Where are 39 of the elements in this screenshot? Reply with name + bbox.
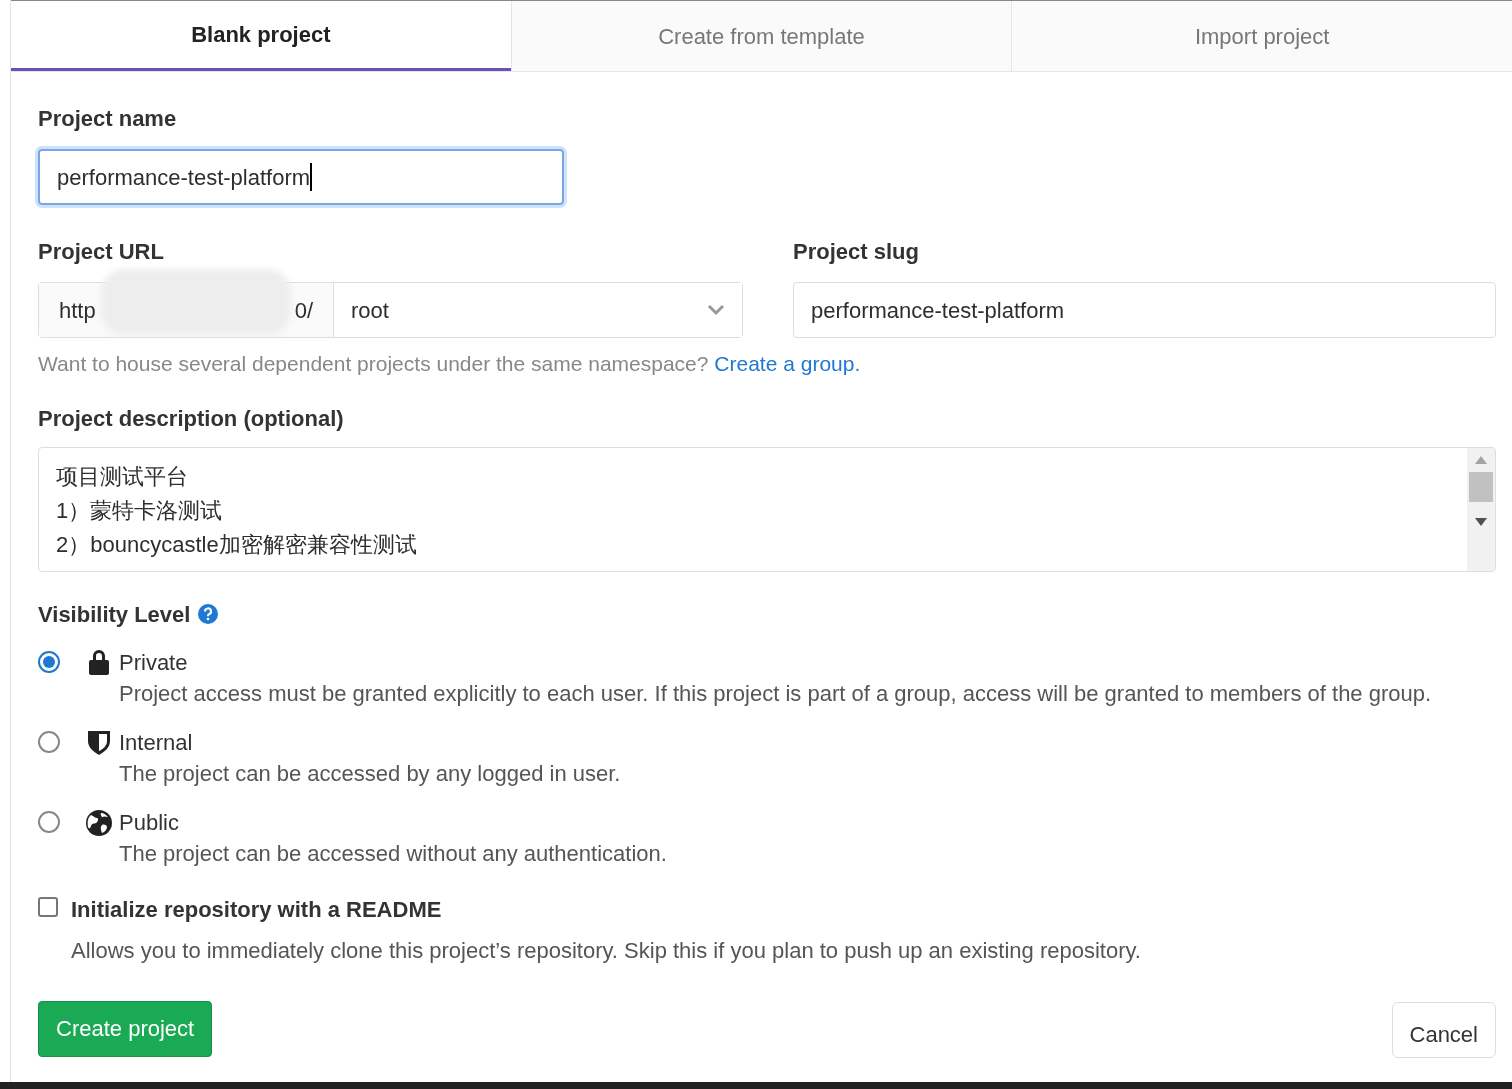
cancel-button[interactable]: Cancel [1391,1001,1496,1058]
radio-button[interactable] [38,650,60,673]
radio-button[interactable] [38,730,60,753]
scrollbar-thumb[interactable] [1469,471,1493,502]
option-description: Project access must be granted explicitly to each user. If this project is part of a group, access will be granted to members of the group. [119,679,1432,708]
globe-icon [84,808,113,837]
url-prefix-start: http [59,296,96,325]
lock-icon [86,648,111,675]
scroll-down-icon[interactable] [1475,517,1487,526]
create-group-link[interactable]: Create a group. [714,352,861,375]
checkbox[interactable] [38,896,58,917]
namespace-hint: Want to house several dependent projects under the same namespace? Create a group. [38,351,862,377]
option-description: The project can be accessed without any authentication. [119,839,667,868]
radio-button[interactable] [38,810,60,833]
scrollbar[interactable] [1467,447,1495,571]
field-label: Project URL [38,238,165,266]
readme-label: Initialize repository with a README [71,895,443,924]
help-icon[interactable] [198,604,219,624]
option-description: The project can be accessed by any logged in user. [119,759,621,788]
tab[interactable]: Import project [1011,1,1512,71]
project-name-field[interactable]: performance-test-platform [38,149,564,205]
chevron-down-icon [707,304,725,316]
option-title: Public [119,808,180,837]
tab[interactable]: Create from template [510,1,1012,71]
field-label: Project name [38,105,178,133]
description-line: 1）蒙特卡洛测试 [56,496,224,525]
visibility-label: Visibility Level [38,600,191,629]
project-slug-field[interactable]: performance-test-platform [793,282,1496,338]
field-label: Project slug [793,238,920,266]
readme-description: Allows you to immediately clone this project’s repository. Skip this if you plan to push up an existing repository. [71,936,1141,965]
option-title: Private [119,648,189,677]
field-label: Project description (optional) [38,404,345,433]
option-title: Internal [119,728,194,757]
description-line: 2）bouncycastle加密解密兼容性测试 [56,530,418,559]
description-line: 项目测试平台 [56,462,189,491]
scroll-up-icon[interactable] [1475,455,1487,464]
url-prefix-end: 0/ [294,296,313,325]
shield-icon [86,728,111,755]
description-field[interactable]: 项目测试平台 1）蒙特卡洛测试 2）bouncycastle加密解密兼容性测试 [38,446,1496,572]
